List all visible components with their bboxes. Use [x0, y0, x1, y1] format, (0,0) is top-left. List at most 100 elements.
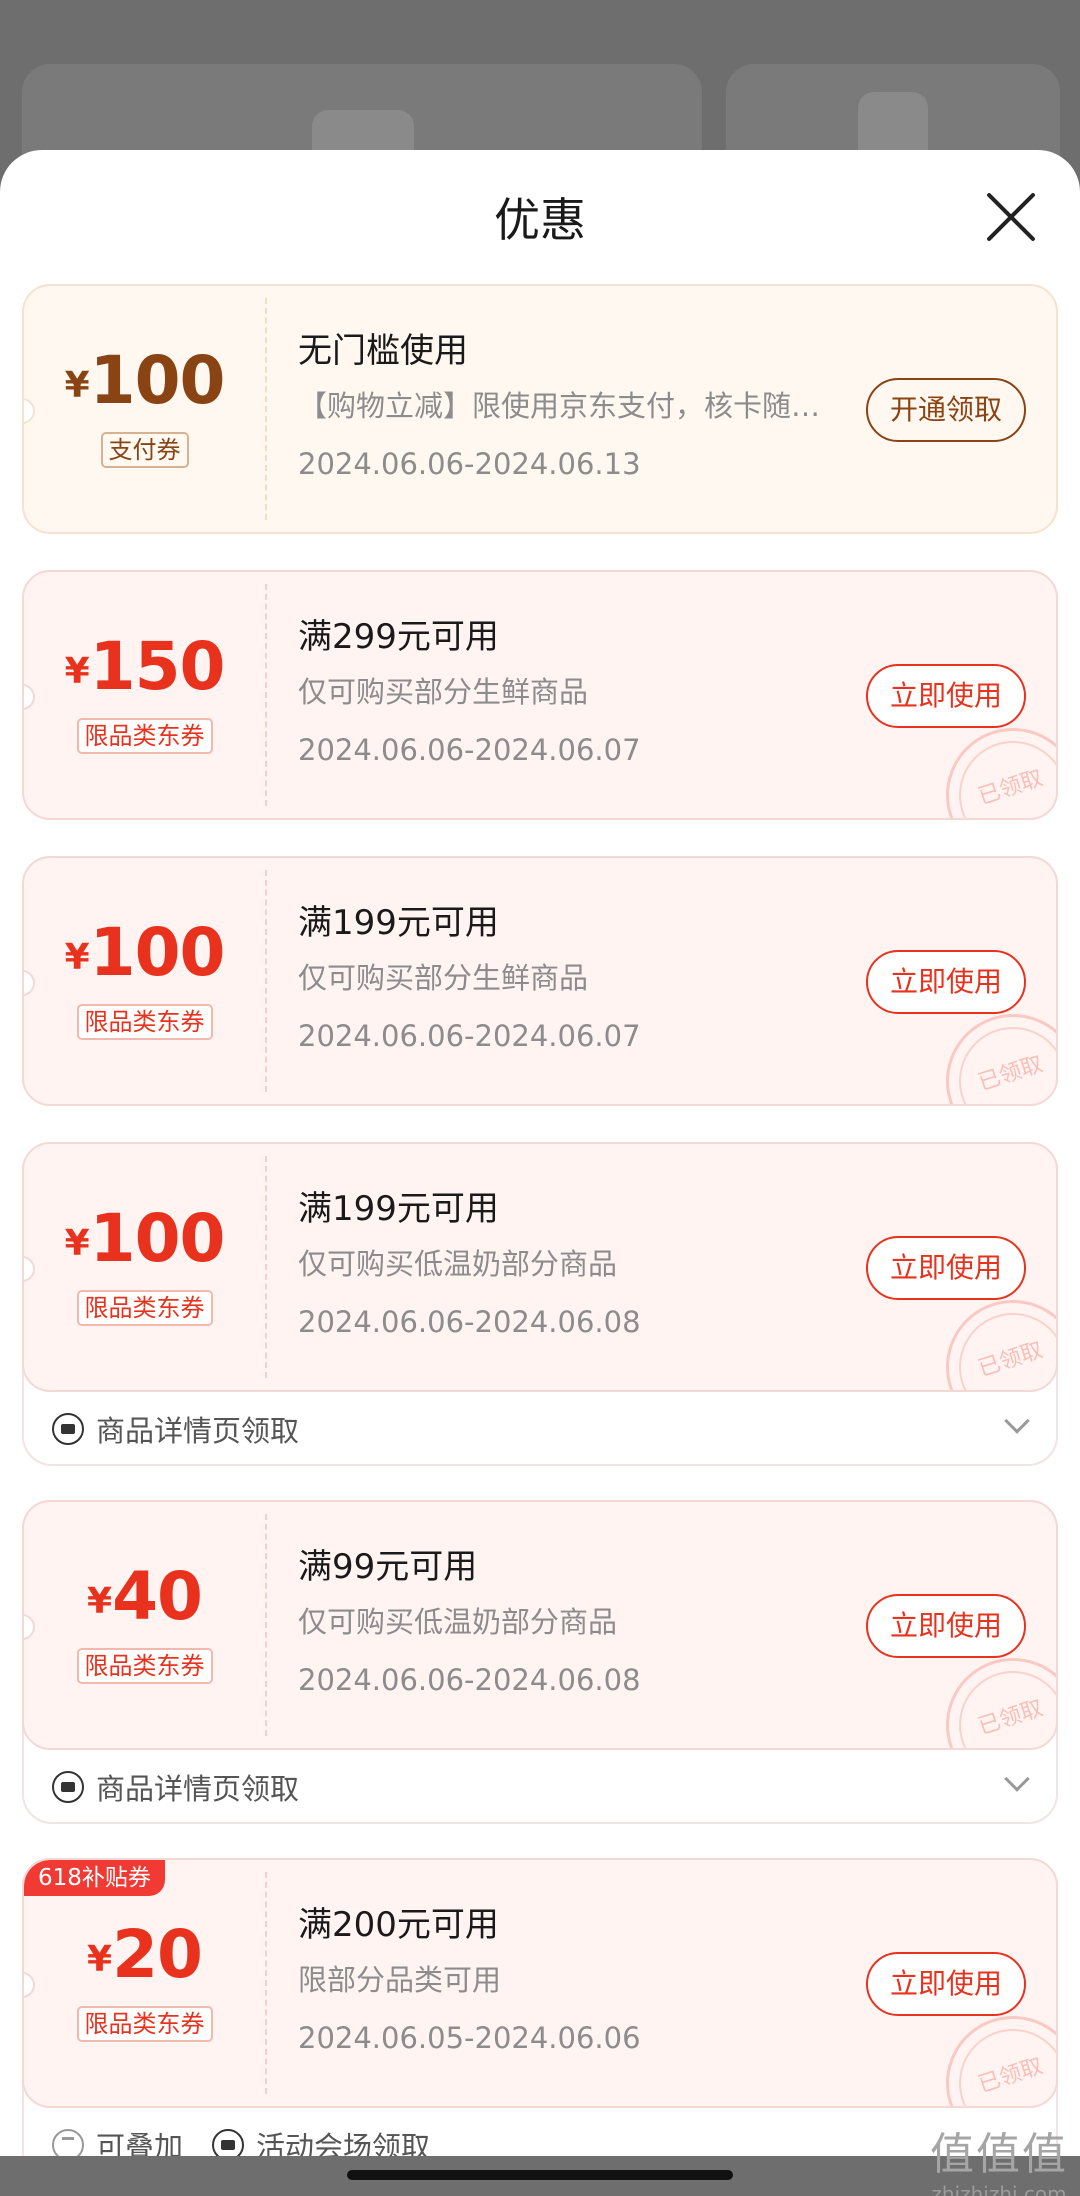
coupon-condition: 满200元可用	[298, 1905, 499, 1945]
ticket-icon	[52, 1413, 84, 1445]
coupon-card: ¥100 支付券 无门槛使用 【购物立减】限使用京东支付，核卡随机立减 2024…	[22, 284, 1058, 534]
coupon-condition: 无门槛使用	[298, 331, 468, 371]
claim-source-label: 商品详情页领取	[96, 1772, 300, 1806]
coupon-condition: 满299元可用	[298, 617, 499, 657]
coupon-type-label: 限品类东券	[76, 2006, 213, 2042]
use-now-button[interactable]: 立即使用	[865, 950, 1026, 1014]
coupon-amount: ¥100	[24, 914, 265, 991]
coupon-type-label: 限品类东券	[76, 1290, 213, 1326]
currency-symbol: ¥	[87, 1581, 113, 1622]
coupon-divider	[265, 1514, 267, 1736]
coupon-group: ¥40 限品类东券 满99元可用 仅可购买低温奶部分商品 2024.06.06-…	[22, 1500, 1058, 1824]
coupon-amount: ¥20	[24, 1916, 265, 1993]
coupon-type-label: 支付券	[100, 432, 189, 468]
coupon-group: ¥100 限品类东券 满199元可用 仅可购买低温奶部分商品 2024.06.0…	[22, 1142, 1058, 1466]
coupon-group: ¥100 支付券 无门槛使用 【购物立减】限使用京东支付，核卡随机立减 2024…	[22, 284, 1058, 534]
coupon-date-range: 2024.06.06-2024.06.08	[298, 1305, 641, 1339]
coupon-card: ¥100 限品类东券 满199元可用 仅可购买部分生鲜商品 2024.06.06…	[22, 856, 1058, 1106]
coupon-sheet: 优惠 ¥100 支付券 无门槛使用 【购物立减】限使用京东支付，核卡随机立减 2…	[0, 150, 1080, 2196]
claim-source-label: 商品详情页领取	[96, 1414, 300, 1448]
coupon-divider	[265, 1156, 267, 1378]
coupon-group: 618补贴券 ¥20 限品类东券 满200元可用 限部分品类可用 2024.06…	[22, 1858, 1058, 2182]
coupon-description: 仅可购买部分生鲜商品	[298, 961, 589, 995]
coupon-description: 限部分品类可用	[298, 1963, 502, 1997]
amount-value: 100	[89, 1200, 226, 1277]
sheet-title: 优惠	[494, 193, 586, 247]
coupon-divider	[265, 298, 267, 520]
coupon-card: ¥150 限品类东券 满299元可用 仅可购买部分生鲜商品 2024.06.06…	[22, 570, 1058, 820]
coupon-card: 618补贴券 ¥20 限品类东券 满200元可用 限部分品类可用 2024.06…	[22, 1858, 1058, 2108]
coupon-divider	[265, 870, 267, 1092]
use-now-button[interactable]: 立即使用	[865, 1952, 1026, 2016]
currency-symbol: ¥	[64, 365, 90, 406]
currency-symbol: ¥	[87, 1939, 113, 1980]
stamp-text: 已领取	[975, 1051, 1046, 1096]
amount-value: 20	[112, 1916, 203, 1993]
coupon-date-range: 2024.06.06-2024.06.07	[298, 733, 641, 767]
amount-value: 100	[89, 342, 226, 419]
coupon-amount: ¥100	[24, 1200, 265, 1277]
amount-value: 100	[89, 914, 226, 991]
coupon-group: ¥150 限品类东券 满299元可用 仅可购买部分生鲜商品 2024.06.06…	[22, 570, 1058, 820]
stamp-text: 已领取	[975, 765, 1046, 810]
coupon-info: 满199元可用 仅可购买部分生鲜商品 2024.06.06-2024.06.07	[298, 900, 858, 1056]
coupon-type-tag: 限品类东券	[24, 718, 265, 754]
coupon-footer: 商品详情页领取	[24, 1392, 1056, 1464]
coupon-card: ¥100 限品类东券 满199元可用 仅可购买低温奶部分商品 2024.06.0…	[22, 1142, 1058, 1392]
coupon-condition: 满99元可用	[298, 1547, 478, 1587]
coupon-info: 无门槛使用 【购物立减】限使用京东支付，核卡随机立减 2024.06.06-20…	[298, 328, 858, 484]
claim-source[interactable]: 商品详情页领取	[52, 1410, 299, 1448]
coupon-type-tag: 限品类东券	[24, 2006, 265, 2042]
coupon-amount: ¥150	[24, 628, 265, 705]
coupon-condition: 满199元可用	[298, 1189, 499, 1229]
coupon-description: 仅可购买部分生鲜商品	[298, 675, 589, 709]
coupon-info: 满99元可用 仅可购买低温奶部分商品 2024.06.06-2024.06.08	[298, 1544, 858, 1700]
site-watermark: 值值值 zhizhizhi.com	[930, 2118, 1068, 2196]
coupon-description: 仅可购买低温奶部分商品	[298, 1605, 618, 1639]
coupon-description: 【购物立减】限使用京东支付，核卡随机立减	[298, 389, 838, 423]
coupon-type-tag: 支付券	[24, 432, 265, 468]
coupon-date-range: 2024.06.05-2024.06.06	[298, 2021, 641, 2055]
coupon-info: 满199元可用 仅可购买低温奶部分商品 2024.06.06-2024.06.0…	[298, 1186, 858, 1342]
watermark-sub: zhizhizhi.com	[931, 2182, 1067, 2196]
use-now-button[interactable]: 立即使用	[865, 664, 1026, 728]
claim-source[interactable]: 商品详情页领取	[52, 1768, 299, 1806]
coupon-type-label: 限品类东券	[76, 1004, 213, 1040]
coupon-description: 仅可购买低温奶部分商品	[298, 1247, 618, 1281]
currency-symbol: ¥	[64, 1223, 90, 1264]
coupon-footer: 商品详情页领取	[24, 1750, 1056, 1822]
stamp-text: 已领取	[975, 2053, 1046, 2098]
coupon-date-range: 2024.06.06-2024.06.08	[298, 1663, 641, 1697]
coupon-condition: 满199元可用	[298, 903, 499, 943]
watermark-main: 值值值	[930, 2129, 1068, 2180]
coupon-info: 满200元可用 限部分品类可用 2024.06.05-2024.06.06	[298, 1902, 858, 2058]
ticket-icon	[52, 1771, 84, 1803]
subsidy-badge: 618补贴券	[24, 1860, 165, 1896]
coupon-amount: ¥100	[24, 342, 265, 419]
use-now-button[interactable]: 立即使用	[865, 1236, 1026, 1300]
stamp-text: 已领取	[975, 1337, 1046, 1382]
coupon-divider	[265, 1872, 267, 2094]
coupon-type-tag: 限品类东券	[24, 1290, 265, 1326]
close-icon[interactable]	[984, 190, 1038, 244]
coupon-date-range: 2024.06.06-2024.06.13	[298, 447, 641, 481]
coupon-info: 满299元可用 仅可购买部分生鲜商品 2024.06.06-2024.06.07	[298, 614, 858, 770]
coupon-date-range: 2024.06.06-2024.06.07	[298, 1019, 641, 1053]
home-indicator[interactable]	[347, 2170, 733, 2180]
stamp-text: 已领取	[975, 1695, 1046, 1740]
amount-value: 40	[112, 1558, 203, 1635]
coupon-type-tag: 限品类东券	[24, 1648, 265, 1684]
use-now-button[interactable]: 立即使用	[865, 1594, 1026, 1658]
coupon-group: ¥100 限品类东券 满199元可用 仅可购买部分生鲜商品 2024.06.06…	[22, 856, 1058, 1106]
coupon-card: ¥40 限品类东券 满99元可用 仅可购买低温奶部分商品 2024.06.06-…	[22, 1500, 1058, 1750]
chevron-down-icon[interactable]	[1004, 1766, 1030, 1792]
amount-value: 150	[89, 628, 226, 705]
coupon-type-label: 限品类东券	[76, 1648, 213, 1684]
coupon-amount: ¥40	[24, 1558, 265, 1635]
coupon-divider	[265, 584, 267, 806]
coupon-list: ¥100 支付券 无门槛使用 【购物立减】限使用京东支付，核卡随机立减 2024…	[0, 284, 1080, 2196]
chevron-down-icon[interactable]	[1004, 1408, 1030, 1434]
activate-claim-button[interactable]: 开通领取	[865, 378, 1026, 442]
coupon-type-label: 限品类东券	[76, 718, 213, 754]
coupon-type-tag: 限品类东券	[24, 1004, 265, 1040]
